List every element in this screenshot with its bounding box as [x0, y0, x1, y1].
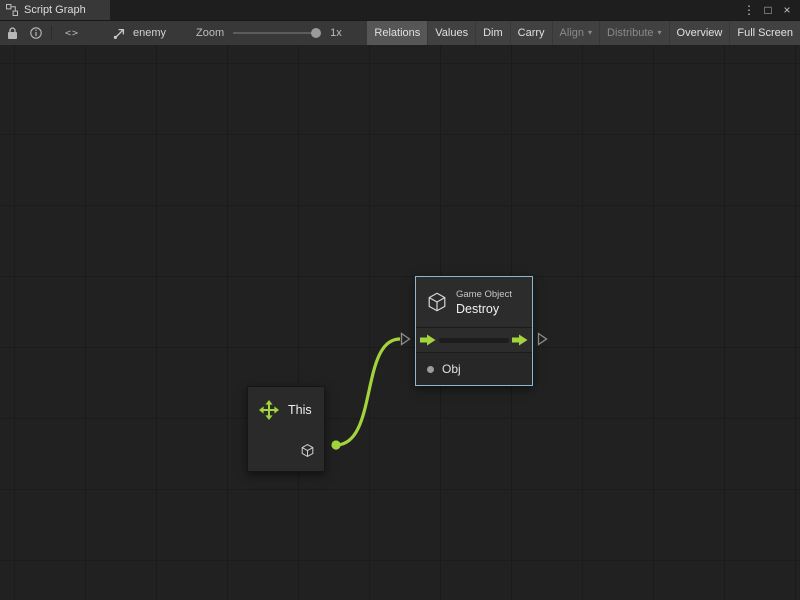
graph-asset-icon	[113, 28, 127, 39]
dim-button[interactable]: Dim	[476, 21, 510, 45]
chevron-down-icon: ▾	[658, 29, 662, 37]
flow-strip	[439, 338, 509, 343]
node-title: Destroy	[456, 302, 512, 316]
graph-tab-icon	[6, 4, 18, 16]
button-label: Carry	[518, 27, 545, 39]
button-label: Values	[435, 27, 468, 39]
zoom-label: Zoom	[196, 27, 224, 39]
titlebar: Script Graph ⋮ □ ×	[0, 0, 800, 20]
zoom-slider-track[interactable]	[233, 32, 321, 34]
graph-canvas[interactable]: Game Object Destroy Obj	[0, 45, 800, 600]
flow-input-triangle[interactable]	[400, 332, 411, 346]
overview-button[interactable]: Overview	[670, 21, 730, 45]
toolbar-separator	[51, 26, 52, 40]
destroy-obj-port-row: Obj	[416, 353, 532, 385]
button-label: Overview	[677, 27, 723, 39]
obj-input-port-dot[interactable]	[427, 366, 434, 373]
distribute-dropdown[interactable]: Distribute ▾	[600, 21, 668, 45]
carry-button[interactable]: Carry	[511, 21, 552, 45]
zoom-control: Zoom 1x	[196, 27, 342, 39]
button-label: Dim	[483, 27, 503, 39]
destroy-node-titles: Game Object Destroy	[456, 289, 512, 316]
chevron-down-icon: ▾	[588, 29, 592, 37]
zoom-slider-knob[interactable]	[311, 28, 321, 38]
this-node-header[interactable]: This	[248, 387, 324, 420]
destroy-node-header[interactable]: Game Object Destroy	[416, 277, 532, 327]
graph-asset-name: enemy	[133, 27, 166, 39]
button-label: Distribute	[607, 27, 653, 39]
values-button[interactable]: Values	[428, 21, 475, 45]
script-graph-window: Script Graph ⋮ □ × <> enemy Zoom	[0, 0, 800, 600]
close-icon[interactable]: ×	[779, 0, 795, 20]
graph-asset-breadcrumb[interactable]: enemy	[113, 27, 166, 39]
flow-in-arrow-icon[interactable]	[420, 334, 436, 346]
zoom-value: 1x	[330, 27, 342, 39]
node-title: This	[288, 403, 312, 417]
relations-button[interactable]: Relations	[367, 21, 427, 45]
info-icon[interactable]	[24, 21, 48, 45]
graph-toolbar: <> enemy Zoom 1x Relations Values Dim Ca…	[0, 20, 800, 45]
button-label: Relations	[374, 27, 420, 39]
button-label: Full Screen	[737, 27, 793, 39]
zoom-slider[interactable]	[233, 28, 321, 38]
lock-icon[interactable]	[0, 21, 24, 45]
code-toggle-icon[interactable]: <>	[55, 28, 89, 39]
maximize-icon[interactable]: □	[760, 0, 776, 20]
kebab-menu-icon[interactable]: ⋮	[741, 0, 757, 20]
align-dropdown[interactable]: Align ▾	[553, 21, 599, 45]
node-category: Game Object	[456, 289, 512, 300]
node-this[interactable]: This	[247, 386, 325, 472]
flow-out-arrow-icon[interactable]	[512, 334, 528, 346]
fullscreen-button[interactable]: Full Screen	[730, 21, 800, 45]
move-arrows-icon	[259, 400, 279, 420]
destroy-flow-row	[416, 327, 532, 353]
button-label: Align	[560, 27, 584, 39]
this-output-cube-icon[interactable]	[300, 443, 315, 458]
titlebar-controls: ⋮ □ ×	[741, 0, 800, 20]
this-output-port-dot[interactable]	[331, 440, 340, 449]
obj-port-label: Obj	[442, 362, 461, 376]
flow-output-triangle[interactable]	[537, 332, 548, 346]
connection-wire[interactable]	[336, 339, 400, 445]
game-object-cube-icon	[426, 291, 448, 313]
node-destroy[interactable]: Game Object Destroy Obj	[415, 276, 533, 386]
toolbar-buttons: Relations Values Dim Carry Align ▾ Distr…	[366, 21, 800, 45]
tab-title: Script Graph	[24, 4, 86, 16]
tab-script-graph[interactable]: Script Graph	[0, 0, 110, 20]
wires-layer	[0, 45, 800, 600]
